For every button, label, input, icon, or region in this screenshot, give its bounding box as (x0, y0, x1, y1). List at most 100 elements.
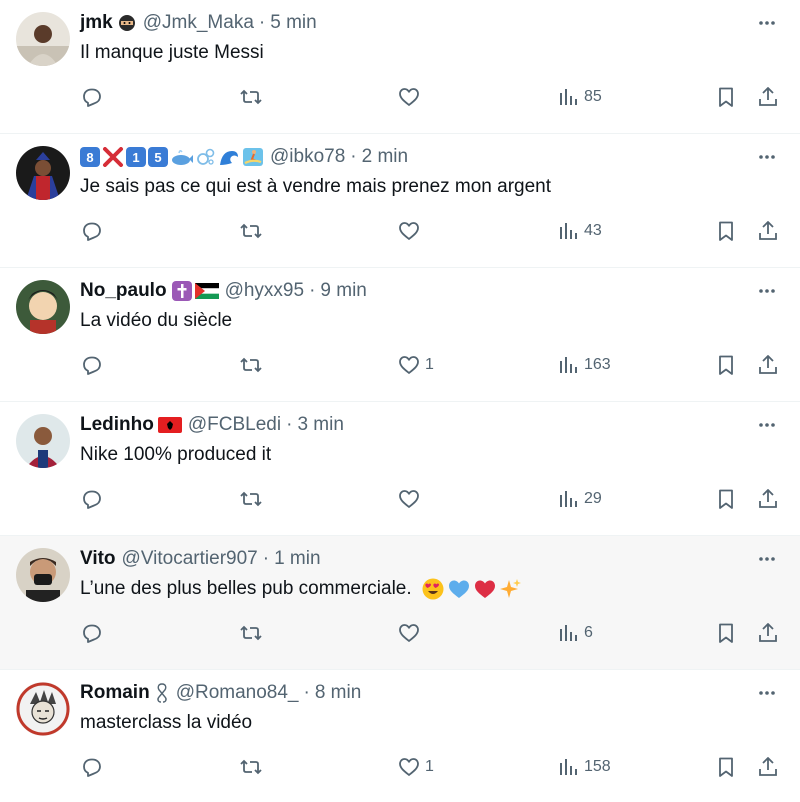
separator: · (258, 12, 266, 33)
tweet[interactable]: 8 1 5 @ibko78 · 2 min Je sais pas ce qui… (0, 134, 800, 268)
reply-feed: jmk @Jmk_Maka · 5 min Il manque juste Me… (0, 0, 800, 802)
avatar[interactable] (16, 548, 70, 602)
timestamp[interactable]: 2 min (362, 146, 408, 168)
retweet-button[interactable] (239, 82, 263, 112)
display-name[interactable]: jmk (80, 12, 113, 34)
view-count: 158 (584, 758, 611, 775)
like-button[interactable]: 1 (397, 752, 434, 782)
reply-button[interactable] (80, 350, 104, 380)
tweet-text: Nike 100% produced it (80, 444, 272, 465)
more-options-icon[interactable] (754, 412, 780, 438)
share-button[interactable] (756, 350, 780, 380)
timestamp[interactable]: 5 min (270, 12, 316, 34)
bookmark-button[interactable] (714, 752, 738, 782)
bubbles-emoji (197, 148, 215, 165)
bookmark-button[interactable] (714, 484, 738, 514)
like-count: 1 (425, 356, 434, 373)
red-heart-emoji (474, 580, 495, 598)
avatar[interactable] (16, 12, 70, 66)
share-button[interactable] (756, 484, 780, 514)
display-name[interactable]: 8 1 5 (80, 147, 264, 167)
like-button[interactable]: 1 (397, 350, 434, 380)
user-handle[interactable]: @FCBLedi (188, 414, 281, 436)
tweet[interactable]: Romain @Romano84_ · 8 min masterclass la… (0, 670, 800, 802)
display-name[interactable]: Vito (80, 548, 116, 570)
reply-button[interactable] (80, 82, 104, 112)
views-button[interactable]: 163 (556, 350, 611, 380)
timestamp[interactable]: 1 min (274, 548, 320, 570)
tweet-text: La vidéo du siècle (80, 310, 233, 331)
avatar[interactable] (16, 280, 70, 334)
timestamp[interactable]: 8 min (315, 682, 361, 704)
tweet-text-content: L’une des plus belles pub commerciale. (80, 578, 412, 599)
share-button[interactable] (756, 752, 780, 782)
share-icon (759, 623, 777, 642)
reply-button[interactable] (80, 752, 104, 782)
retweet-button[interactable] (239, 216, 263, 246)
tweet-header: No_paulo @hyxx95 · 9 min (80, 278, 740, 304)
timestamp[interactable]: 9 min (320, 280, 366, 302)
share-button[interactable] (756, 216, 780, 246)
user-handle[interactable]: @Vitocartier907 (122, 548, 258, 570)
more-options-icon[interactable] (754, 144, 780, 170)
retweet-button[interactable] (239, 618, 263, 648)
retweet-icon (240, 89, 262, 105)
bookmark-button[interactable] (714, 82, 738, 112)
tweet[interactable]: No_paulo @hyxx95 · 9 min La vidéo du siè… (0, 268, 800, 402)
reply-button[interactable] (80, 618, 104, 648)
user-handle[interactable]: @ibko78 (270, 146, 345, 168)
name-emojis (171, 280, 219, 302)
like-button[interactable] (397, 82, 425, 112)
tweet-header: Vito @Vitocartier907 · 1 min (80, 546, 740, 572)
retweet-icon (240, 223, 262, 239)
reply-button[interactable] (80, 484, 104, 514)
separator: · (350, 146, 357, 167)
reply-icon (83, 88, 101, 107)
retweet-icon (240, 357, 262, 373)
like-button[interactable] (397, 618, 425, 648)
views-button[interactable]: 43 (556, 216, 602, 246)
reply-button[interactable] (80, 216, 104, 246)
views-button[interactable]: 6 (556, 618, 593, 648)
bookmark-button[interactable] (714, 216, 738, 246)
tweet[interactable]: Ledinho @FCBLedi · 3 min Nike 100% produ… (0, 402, 800, 536)
display-name[interactable]: Ledinho (80, 414, 154, 436)
display-name[interactable]: Romain (80, 682, 150, 704)
avatar[interactable] (16, 146, 70, 200)
view-count: 6 (584, 624, 593, 641)
user-handle[interactable]: @Romano84_ (176, 682, 299, 704)
views-button[interactable]: 85 (556, 82, 602, 112)
tweet-text: masterclass la vidéo (80, 712, 253, 733)
bookmark-button[interactable] (714, 350, 738, 380)
retweet-icon (240, 759, 262, 775)
retweet-button[interactable] (239, 350, 263, 380)
more-options-icon[interactable] (754, 546, 780, 572)
tweet-text: Il manque juste Messi (80, 42, 264, 63)
share-button[interactable] (756, 82, 780, 112)
separator: · (303, 682, 310, 703)
display-name[interactable]: No_paulo (80, 280, 167, 302)
avatar[interactable] (16, 682, 70, 736)
tweet[interactable]: Vito @Vitocartier907 · 1 min L’une des p… (0, 536, 800, 670)
bookmark-button[interactable] (714, 618, 738, 648)
share-button[interactable] (756, 618, 780, 648)
share-icon (759, 757, 777, 776)
more-options-icon[interactable] (754, 278, 780, 304)
retweet-button[interactable] (239, 484, 263, 514)
more-options-icon[interactable] (754, 10, 780, 36)
tweet[interactable]: jmk @Jmk_Maka · 5 min Il manque juste Me… (0, 0, 800, 134)
like-button[interactable] (397, 484, 425, 514)
views-button[interactable]: 29 (556, 484, 602, 514)
heart-icon (399, 490, 419, 508)
retweet-button[interactable] (239, 752, 263, 782)
avatar[interactable] (16, 414, 70, 468)
reply-icon (83, 490, 101, 509)
user-handle[interactable]: @hyxx95 (225, 280, 305, 302)
timestamp[interactable]: 3 min (297, 414, 343, 436)
more-options-icon[interactable] (754, 680, 780, 706)
separator: · (262, 548, 270, 569)
tweet-actions: 6 (0, 618, 800, 648)
like-button[interactable] (397, 216, 425, 246)
views-button[interactable]: 158 (556, 752, 611, 782)
user-handle[interactable]: @Jmk_Maka (143, 12, 254, 34)
